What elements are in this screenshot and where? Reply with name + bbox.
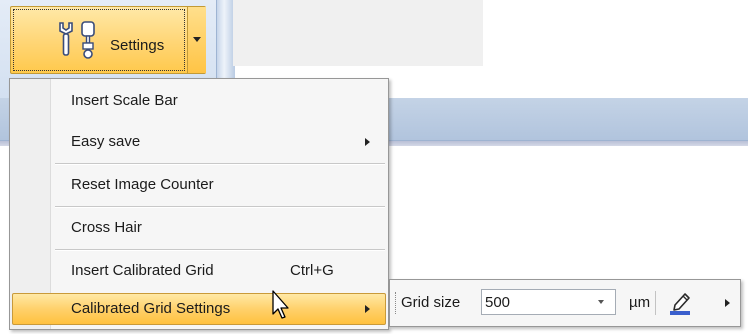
toolbar-separator	[655, 291, 656, 315]
grid-size-input[interactable]	[485, 294, 585, 311]
toolbar-grip[interactable]	[395, 292, 399, 314]
menu-item-easy-save[interactable]: Easy save	[12, 126, 386, 158]
menu-item-reset-image-counter[interactable]: Reset Image Counter	[12, 169, 386, 201]
pen-icon[interactable]	[666, 290, 694, 316]
menu-item-label: Insert Calibrated Grid	[71, 262, 214, 279]
menu-separator	[55, 163, 385, 165]
menu-item-cross-hair[interactable]: Cross Hair	[12, 212, 386, 244]
menu-separator	[55, 249, 385, 251]
mouse-cursor-icon	[272, 290, 289, 319]
settings-button[interactable]: Settings	[11, 7, 187, 73]
settings-menu: Insert Scale Bar Easy save Reset Image C…	[9, 78, 389, 330]
menu-item-insert-scale-bar[interactable]: Insert Scale Bar	[12, 85, 386, 117]
ribbon-empty-area	[233, 0, 483, 66]
grid-unit-label: µm	[629, 294, 651, 311]
chevron-down-icon	[193, 37, 201, 42]
grid-size-label: Grid size	[401, 294, 461, 311]
settings-split-button[interactable]: Settings	[10, 6, 206, 74]
settings-button-label: Settings	[110, 37, 165, 54]
toolbar-overflow-icon[interactable]	[725, 299, 730, 307]
wrench-screwdriver-icon	[59, 21, 95, 59]
menu-separator	[55, 206, 385, 208]
menu-item-label: Reset Image Counter	[71, 176, 214, 193]
menu-item-label: Insert Scale Bar	[71, 92, 178, 109]
grid-settings-toolbar: Grid size µm	[389, 279, 741, 327]
chevron-right-icon	[365, 305, 370, 313]
chevron-right-icon	[365, 138, 370, 146]
menu-item-calibrated-grid-settings[interactable]: Calibrated Grid Settings	[12, 293, 386, 325]
menu-item-shortcut: Ctrl+G	[290, 262, 334, 279]
menu-item-insert-calibrated-grid[interactable]: Insert Calibrated Grid Ctrl+G	[12, 255, 386, 287]
menu-item-label: Cross Hair	[71, 219, 142, 236]
settings-dropdown-arrow[interactable]	[187, 7, 206, 73]
menu-item-label: Calibrated Grid Settings	[71, 300, 231, 317]
grid-size-combobox[interactable]	[481, 289, 616, 315]
menu-item-label: Easy save	[71, 133, 141, 150]
chevron-down-icon[interactable]	[598, 300, 604, 304]
